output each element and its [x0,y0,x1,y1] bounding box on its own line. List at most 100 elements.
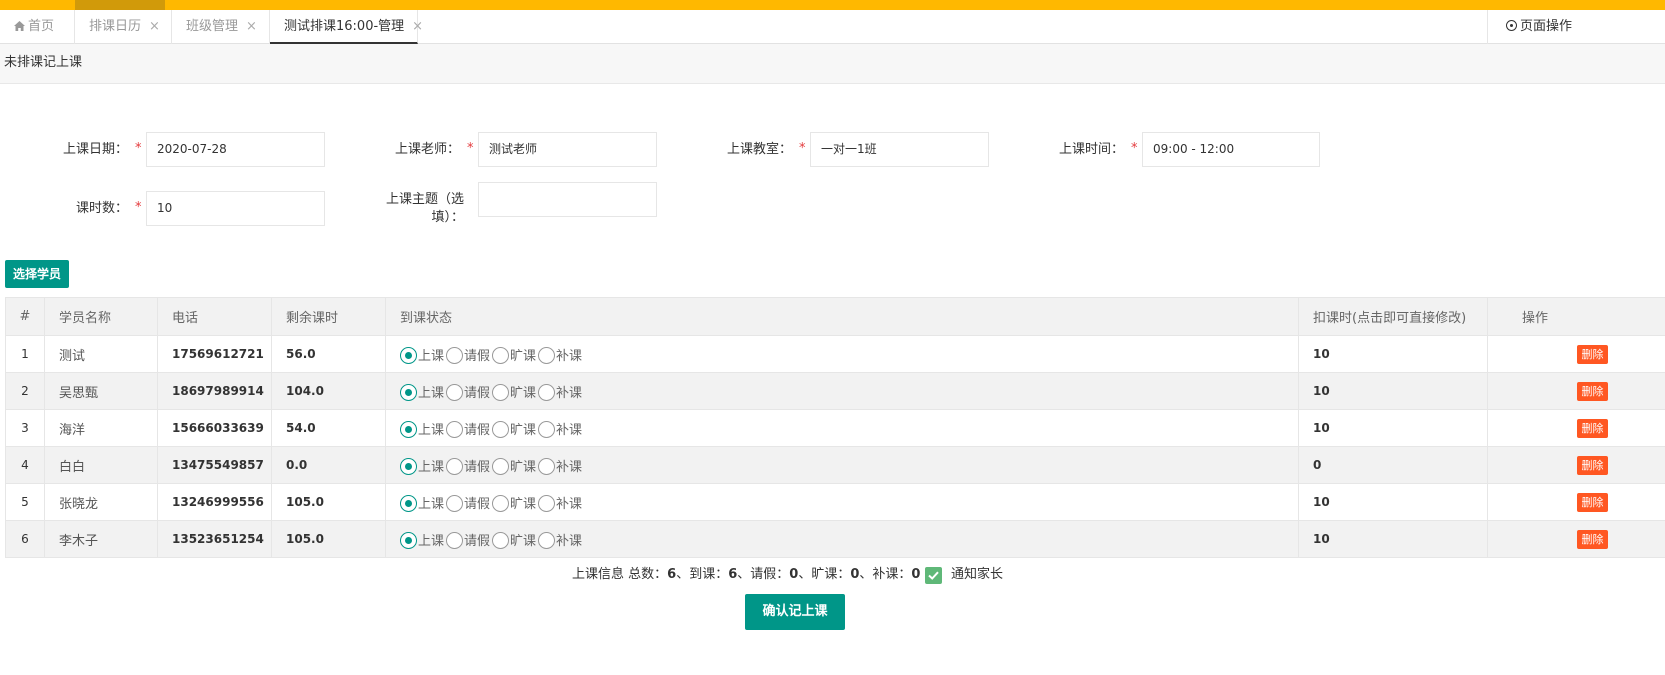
row-index: 5 [5,483,45,521]
status-radio-2[interactable]: 旷课 [492,456,536,475]
classroom-field[interactable]: 一对一1班 [810,132,989,167]
col-header-actions: 操作 [1487,297,1665,336]
radio-circle-icon [492,383,510,401]
remaining-hours: 54.0 [271,409,386,447]
status-radio-3[interactable]: 补课 [538,493,582,512]
required-mark: * [799,141,806,156]
status-radio-3[interactable]: 补课 [538,530,582,549]
status-radio-2[interactable]: 旷课 [492,419,536,438]
status-option-label: 补课 [556,533,583,549]
radio-circle-icon [400,457,417,475]
status-radio-1[interactable]: 请假 [446,493,490,512]
deduct-hours[interactable]: 10 [1298,372,1488,410]
status-option-label: 补课 [556,422,583,438]
status-option-label: 上课 [418,496,445,512]
top-accent-highlight [75,0,165,10]
student-phone: 15666033639 [157,409,272,447]
confirm-attendance-button[interactable]: 确认记上课 [745,594,845,630]
teacher-field[interactable]: 测试老师 [478,132,657,167]
delete-button[interactable]: 删除 [1577,492,1608,512]
select-students-button[interactable]: 选择学员 [5,260,69,288]
status-radio-0[interactable]: 上课 [400,419,444,438]
status-radio-2[interactable]: 旷课 [492,493,536,512]
tab-test-schedule[interactable]: 测试排课16:00-管理 × [270,10,423,44]
deduct-hours[interactable]: 10 [1298,483,1488,521]
radio-circle-icon [400,346,417,364]
radio-circle-icon [400,420,417,438]
student-phone: 13246999556 [157,483,272,521]
status-radio-0[interactable]: 上课 [400,493,444,512]
col-header-phone: 电话 [157,297,272,336]
delete-button[interactable]: 删除 [1577,418,1608,438]
status-option-label: 旷课 [510,533,537,549]
attendance-status: 上课 请假 旷课 补课 [385,409,1299,447]
status-radio-1[interactable]: 请假 [446,530,490,549]
close-icon[interactable]: × [412,19,423,34]
close-icon[interactable]: × [149,19,160,34]
status-radio-2[interactable]: 旷课 [492,382,536,401]
attendance-summary: 上课信息 总数：6、到课：6、请假：0、旷课：0、补课：0 [572,566,920,584]
status-option-label: 上课 [418,422,445,438]
deduct-hours[interactable]: 10 [1298,409,1488,447]
hours-label: 课时数： [75,201,128,216]
student-name: 吴思甄 [44,372,158,410]
status-option-label: 旷课 [510,348,537,364]
required-mark: * [1131,141,1138,156]
page-title: 未排课记上课 [0,44,1665,84]
status-radio-3[interactable]: 补课 [538,382,582,401]
tab-class-management[interactable]: 班级管理 × [172,10,270,44]
status-radio-1[interactable]: 请假 [446,419,490,438]
status-radio-0[interactable]: 上课 [400,382,444,401]
col-header-remaining: 剩余课时 [271,297,386,336]
deduct-hours[interactable]: 10 [1298,335,1488,373]
status-radio-0[interactable]: 上课 [400,345,444,364]
summary-attend-label: 、到课： [676,567,729,582]
time-field[interactable]: 09:00 - 12:00 [1142,132,1320,167]
hours-field[interactable]: 10 [146,191,325,226]
attendance-status: 上课 请假 旷课 补课 [385,483,1299,521]
status-radio-0[interactable]: 上课 [400,530,444,549]
status-radio-0[interactable]: 上课 [400,456,444,475]
delete-button[interactable]: 删除 [1577,529,1608,549]
deduct-hours[interactable]: 10 [1298,520,1488,558]
tab-home[interactable]: 首页 [0,10,75,44]
table-row: 2 吴思甄 18697989914 104.0 上课 请假 旷课 补课 10 删除 [5,372,1665,410]
delete-button[interactable]: 删除 [1577,344,1608,364]
notify-parents-label: 通知家长 [951,567,1004,582]
student-phone: 13475549857 [157,446,272,484]
status-radio-1[interactable]: 请假 [446,345,490,364]
radio-circle-icon [538,531,556,549]
tab-label: 排课日历 [89,19,142,34]
status-radio-1[interactable]: 请假 [446,456,490,475]
status-option-label: 补课 [556,348,583,364]
required-mark: * [135,141,142,156]
status-radio-3[interactable]: 补课 [538,345,582,364]
radio-circle-icon [538,420,556,438]
status-option-label: 请假 [464,422,491,438]
deduct-hours[interactable]: 0 [1298,446,1488,484]
checkmark-icon [928,571,939,580]
close-icon[interactable]: × [246,19,257,34]
attendance-status: 上课 请假 旷课 补课 [385,372,1299,410]
tab-schedule-calendar[interactable]: 排课日历 × [75,10,172,44]
topic-field[interactable] [478,182,657,217]
status-radio-3[interactable]: 补课 [538,456,582,475]
page-operations-button[interactable]: 页面操作 [1487,10,1665,44]
tab-bar: 首页 排课日历 × 班级管理 × 测试排课16:00-管理 × [0,10,1665,44]
notify-parents-checkbox[interactable] [925,567,942,584]
status-radio-2[interactable]: 旷课 [492,345,536,364]
radio-circle-icon [400,531,417,549]
status-option-label: 请假 [464,459,491,475]
student-phone: 17569612721 [157,335,272,373]
delete-button[interactable]: 删除 [1577,455,1608,475]
status-radio-2[interactable]: 旷课 [492,530,536,549]
status-radio-1[interactable]: 请假 [446,382,490,401]
radio-circle-icon [400,494,417,512]
status-option-label: 上课 [418,348,445,364]
date-field[interactable]: 2020-07-28 [146,132,325,167]
status-option-label: 请假 [464,348,491,364]
status-radio-3[interactable]: 补课 [538,419,582,438]
tab-label: 班级管理 [186,19,239,34]
summary-attend: 6 [728,567,738,582]
delete-button[interactable]: 删除 [1577,381,1608,401]
